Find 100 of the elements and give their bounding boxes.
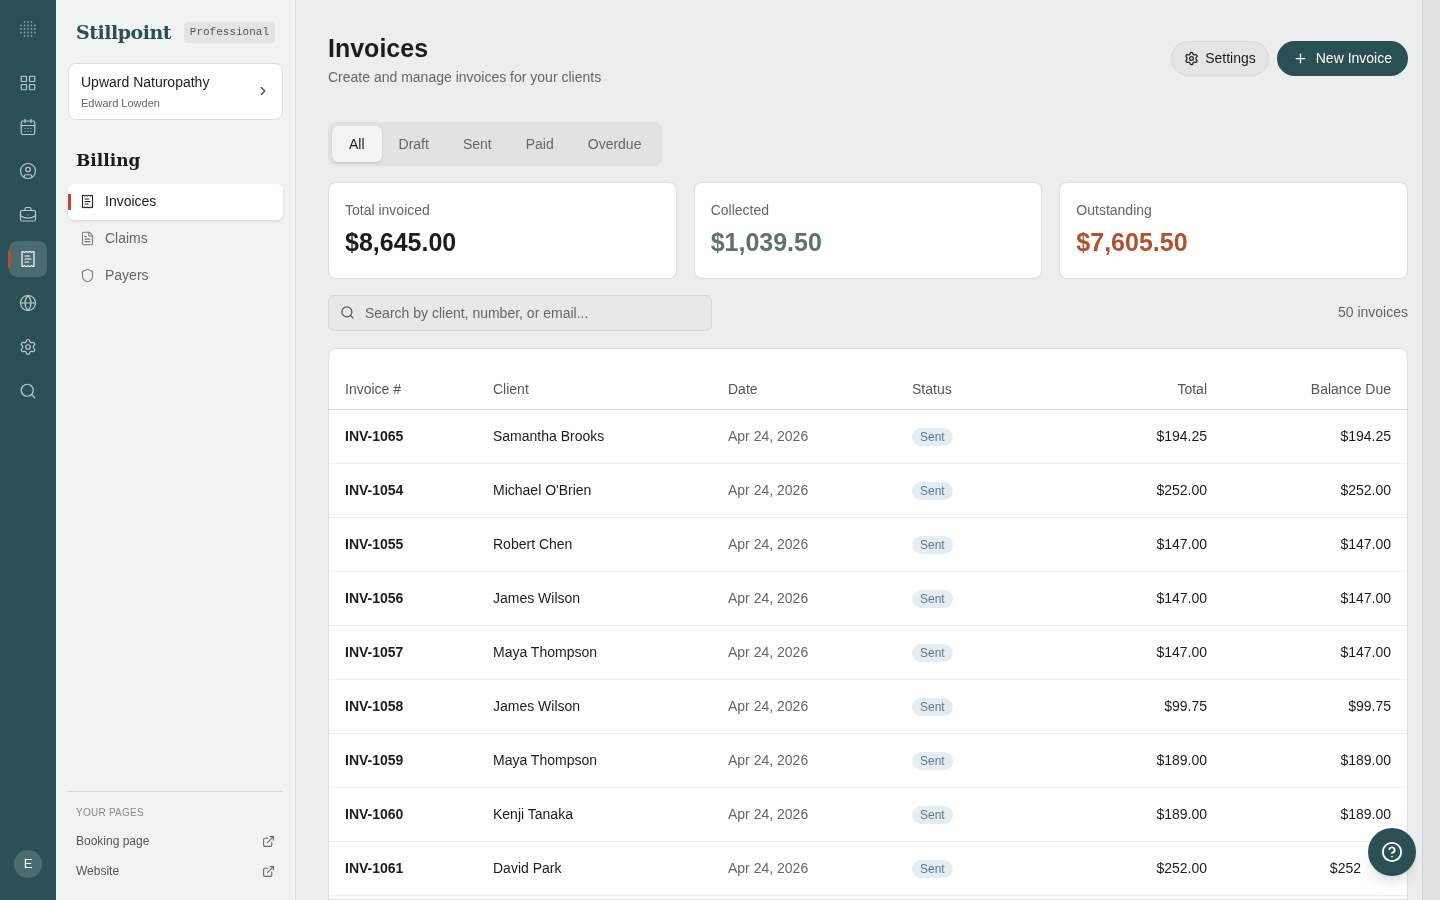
- sidebar-item[interactable]: Payers: [68, 257, 283, 294]
- stat-value: $1,039.50: [710, 227, 823, 258]
- search-icon: [340, 304, 355, 320]
- pages-heading: YOUR PAGES: [76, 806, 145, 820]
- table-cell: INV-1061: [345, 859, 404, 876]
- table-cell: $189.00: [1156, 751, 1207, 768]
- logo-icon: [18, 19, 38, 39]
- table-cell: $252: [1329, 859, 1361, 876]
- status-badge: Sent: [912, 859, 953, 878]
- filter-tab[interactable]: Paid: [508, 126, 571, 162]
- table-cell: Apr 24, 2026: [728, 535, 809, 552]
- table-cell: James Wilson: [493, 589, 581, 606]
- settings-icon: [19, 338, 37, 356]
- column-header: Balance Due: [1309, 380, 1391, 399]
- table-cell: $252.00: [1340, 481, 1391, 498]
- table-cell: $147.00: [1156, 589, 1207, 606]
- active-indicator: [68, 193, 71, 210]
- table-cell: Maya Thompson: [493, 751, 597, 768]
- filter-tab[interactable]: Draft: [381, 126, 446, 162]
- settings-button[interactable]: Settings: [1171, 41, 1269, 76]
- table-cell: INV-1060: [345, 805, 404, 822]
- table-cell: INV-1054: [345, 481, 404, 498]
- filter-tab[interactable]: Overdue: [570, 126, 659, 162]
- table-cell: INV-1065: [345, 427, 404, 444]
- table-cell: $189.00: [1340, 805, 1391, 822]
- table-cell: $147.00: [1340, 589, 1391, 606]
- calendar-icon: [19, 118, 37, 136]
- stat-value: $8,645.00: [345, 227, 458, 258]
- table-cell: $252.00: [1156, 859, 1207, 876]
- table-cell: $147.00: [1156, 535, 1207, 552]
- external-link-icon: [262, 864, 275, 878]
- table-cell: $147.00: [1340, 643, 1391, 660]
- page-link[interactable]: Booking page: [76, 832, 275, 850]
- status-badge: Sent: [912, 481, 953, 500]
- shield-icon: [80, 268, 95, 283]
- table-cell: INV-1057: [345, 643, 404, 660]
- table-cell: $194.25: [1156, 427, 1207, 444]
- rail-button[interactable]: [9, 241, 47, 277]
- page-link[interactable]: Website: [76, 862, 275, 880]
- table-cell: $99.75: [1348, 697, 1391, 714]
- practice-name: Upward Naturopathy: [81, 72, 210, 92]
- status-badge: Sent: [912, 589, 953, 608]
- stat-label: Total invoiced: [345, 201, 431, 220]
- column-header: Date: [728, 380, 759, 399]
- status-badge: Sent: [912, 751, 953, 770]
- table-cell: $189.00: [1156, 805, 1207, 822]
- table-cell: INV-1055: [345, 535, 404, 552]
- stat-value: $7,605.50: [1076, 227, 1189, 258]
- table-cell: Apr 24, 2026: [728, 481, 809, 498]
- table-cell: Maya Thompson: [493, 643, 597, 660]
- page-subtitle: Create and manage invoices for your clients: [328, 68, 602, 87]
- table-cell: Michael O'Brien: [493, 481, 592, 498]
- practice-owner: Edward Lowden: [81, 95, 161, 111]
- status-badge: Sent: [912, 643, 953, 662]
- section-heading: Billing: [75, 149, 142, 172]
- table-cell: INV-1056: [345, 589, 404, 606]
- search-icon: [19, 382, 37, 400]
- user-avatar[interactable]: E: [14, 850, 42, 878]
- active-indicator: [8, 250, 11, 268]
- stat-label: Collected: [710, 201, 771, 220]
- practice-switcher[interactable]: Upward Naturopathy Edward Lowden: [68, 62, 283, 120]
- invoice-count: 50 invoices: [1337, 303, 1408, 322]
- table-cell: $99.75: [1164, 697, 1207, 714]
- table-cell: Apr 24, 2026: [728, 697, 809, 714]
- filter-tab[interactable]: Sent: [445, 126, 509, 162]
- status-badge: Sent: [912, 535, 953, 554]
- new-invoice-button[interactable]: New Invoice: [1276, 41, 1408, 76]
- table-cell: Samantha Brooks: [493, 427, 605, 444]
- table-cell: Robert Chen: [493, 535, 573, 552]
- sidebar-item[interactable]: Claims: [68, 220, 283, 257]
- table-cell: Apr 24, 2026: [728, 751, 809, 768]
- table-cell: $147.00: [1156, 643, 1207, 660]
- table-cell: David Park: [493, 859, 562, 876]
- table-cell: Kenji Tanaka: [493, 805, 573, 822]
- sidebar-item[interactable]: Invoices: [68, 183, 283, 220]
- page-title: Invoices: [328, 33, 430, 63]
- table-cell: Apr 24, 2026: [728, 589, 809, 606]
- filter-tab[interactable]: All: [332, 126, 382, 162]
- table-cell: Apr 24, 2026: [728, 859, 809, 876]
- table-cell: Apr 24, 2026: [728, 643, 809, 660]
- plan-badge: Professional: [183, 22, 275, 43]
- column-header: Invoice #: [345, 380, 403, 399]
- column-header: Total: [1176, 380, 1207, 399]
- status-badge: Sent: [912, 427, 953, 446]
- table-cell: James Wilson: [493, 697, 581, 714]
- briefcase-icon: [19, 206, 37, 224]
- search-field[interactable]: Search by client, number, or email...: [328, 294, 712, 331]
- document-icon: [80, 231, 95, 246]
- table-cell: INV-1058: [345, 697, 404, 714]
- plus-icon: [1292, 51, 1308, 66]
- status-badge: Sent: [912, 697, 953, 716]
- table-cell: Apr 24, 2026: [728, 805, 809, 822]
- table-cell: $147.00: [1340, 535, 1391, 552]
- help-icon: [1381, 841, 1403, 863]
- brand-name: Stillpoint: [76, 20, 172, 45]
- globe-icon: [19, 294, 37, 312]
- table-cell: $252.00: [1156, 481, 1207, 498]
- table-cell: Apr 24, 2026: [728, 427, 809, 444]
- column-header: Status: [912, 380, 953, 399]
- external-link-icon: [262, 834, 275, 848]
